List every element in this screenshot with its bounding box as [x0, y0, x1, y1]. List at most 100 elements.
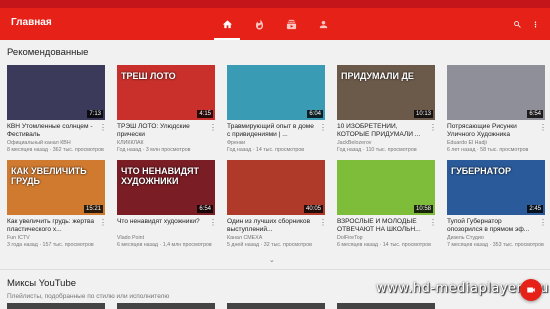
video-title[interactable]: Потрясающие Рисунки Уличного Художника [447, 123, 535, 139]
video-card[interactable]: 6:54 Потрясающие Рисунки Уличного Художн… [447, 65, 547, 155]
more-vert-icon[interactable]: ⋮ [539, 218, 547, 228]
video-meta: Год назад · 110 тыс. просмотров [337, 147, 417, 153]
video-meta: 7 месяцев назад · 353 тыс. просмотров [447, 242, 544, 248]
video-title[interactable]: Травмирующий опыт в доме с привидениями … [227, 123, 315, 139]
video-card[interactable]: 6:04 Травмирующий опыт в доме с привиден… [227, 65, 327, 155]
fire-icon [255, 18, 263, 30]
video-camera-icon [527, 287, 535, 293]
video-thumbnail[interactable]: ЧТО НЕНАВИДЯТ ХУДОЖНИКИ 6:54 [117, 160, 215, 215]
account-icon [319, 20, 327, 28]
channel-name: Канал СМЕХА [227, 235, 263, 241]
video-meta: 6 месяцев назад · 14 тыс. просмотров [337, 242, 431, 248]
channel-name: Официальный канал КВН [7, 140, 71, 146]
video-card[interactable]: ТРЕШ ЛОТО 4:15 ТРЭШ ЛОТО: Улюдские приче… [117, 65, 217, 155]
video-title[interactable]: Как увеличить грудь: жертва пластическог… [7, 218, 95, 234]
channel-name: Fun ICTV [7, 235, 30, 241]
video-thumbnail[interactable]: ГУБЕРНАТОР 2:45 [447, 160, 545, 215]
video-card[interactable]: 40:05 Один из лучших сборников выступлен… [227, 160, 327, 250]
app-bar: Главная [0, 8, 550, 40]
upload-fab[interactable] [520, 279, 542, 301]
video-card[interactable]: ГУБЕРНАТОР 2:45 Тупой Губернатор опозори… [447, 160, 547, 250]
thumbnail-overlay-text: ГУБЕРНАТОР [451, 166, 512, 176]
video-meta: 6 месяцев назад · 1,4 млн просмотров [117, 242, 212, 248]
mix-thumbnail[interactable] [7, 303, 105, 309]
expand-chevron-icon[interactable]: ⌄ [269, 256, 275, 264]
video-thumbnail[interactable]: 6:04 [227, 65, 325, 120]
tab-account[interactable] [307, 8, 339, 40]
more-vert-icon[interactable]: ⋮ [319, 123, 327, 133]
channel-name: JackBelozerov [337, 140, 372, 146]
video-thumbnail[interactable]: КАК УВЕЛИЧИТЬ ГРУДЬ 15:21 [7, 160, 105, 215]
section-subtitle-mixes: Плейлисты, подобранные по стилю или испо… [7, 293, 170, 300]
search-button[interactable] [510, 17, 524, 31]
video-card[interactable]: ЧТО НЕНАВИДЯТ ХУДОЖНИКИ 6:54 Что ненавид… [117, 160, 217, 250]
video-thumbnail[interactable]: ПРИДУМАЛИ ДЕ 10:13 [337, 65, 435, 120]
video-card[interactable]: 10:58 ВЗРОСЛЫЕ И МОЛОДЫЕ ОТВЕЧАЮТ НА ШКО… [337, 160, 437, 250]
more-vert-icon[interactable]: ⋮ [99, 123, 107, 133]
mix-thumbnail[interactable] [337, 303, 435, 309]
video-title[interactable]: 10 ИЗОБРЕТЕНИЙ, КОТОРЫЕ ПРИДУМАЛИ ... [337, 123, 425, 139]
video-thumbnail[interactable]: ТРЕШ ЛОТО 4:15 [117, 65, 215, 120]
video-thumbnail[interactable]: 40:05 [227, 160, 325, 215]
duration-badge: 2:45 [527, 205, 543, 213]
video-meta: Год назад · 14 тыс. просмотров [227, 147, 305, 153]
video-meta: 3 года назад · 157 тыс. просмотров [7, 242, 94, 248]
thumbnail-overlay-text: КАК УВЕЛИЧИТЬ ГРУДЬ [11, 166, 87, 186]
duration-badge: 6:04 [307, 110, 323, 118]
more-vert-icon[interactable]: ⋮ [319, 218, 327, 228]
tab-trending[interactable] [243, 8, 275, 40]
tab-subscriptions[interactable] [275, 8, 307, 40]
mix-thumbnail[interactable] [117, 303, 215, 309]
more-vert-icon[interactable]: ⋮ [99, 218, 107, 228]
more-vert-icon[interactable]: ⋮ [209, 218, 217, 228]
video-title[interactable]: Что ненавидят художники? [117, 218, 205, 234]
video-card[interactable]: КАК УВЕЛИЧИТЬ ГРУДЬ 15:21 Как увеличить … [7, 160, 107, 250]
video-card[interactable]: 7:13 КВН Утомленные солнцем - Фестиваль … [7, 65, 107, 155]
section-title-recommended: Рекомендованные [7, 47, 89, 58]
video-meta: 5 дней назад · 32 тыс. просмотров [227, 242, 312, 248]
video-title[interactable]: Один из лучших сборников выступлений... [227, 218, 315, 234]
more-vert-icon [534, 21, 536, 27]
subscriptions-icon [286, 19, 296, 29]
thumbnail-overlay-text: ПРИДУМАЛИ ДЕ [341, 71, 414, 81]
duration-badge: 40:05 [303, 205, 323, 213]
video-title[interactable]: КВН Утомленные солнцем - Фестиваль [7, 123, 95, 139]
video-meta: 8 месяцев назад · 362 тыс. просмотров [7, 147, 104, 153]
video-title[interactable]: ВЗРОСЛЫЕ И МОЛОДЫЕ ОТВЕЧАЮТ НА ШКОЛЬН... [337, 218, 425, 234]
search-icon [513, 20, 521, 28]
video-card[interactable]: ПРИДУМАЛИ ДЕ 10:13 10 ИЗОБРЕТЕНИЙ, КОТОР… [337, 65, 437, 155]
section-title-mixes: Миксы YouTube [7, 278, 77, 289]
channel-name: DolFireTop [337, 235, 363, 241]
status-bar [0, 0, 550, 8]
video-meta: 6 лет назад · 58 тыс. просмотров [447, 147, 529, 153]
duration-badge: 7:13 [87, 110, 103, 118]
page-title: Главная [11, 17, 52, 28]
video-title[interactable]: Тупой Губернатор опозорился в прямом эф.… [447, 218, 535, 234]
duration-badge: 6:54 [527, 110, 543, 118]
video-meta: Год назад · 3 млн просмотров [117, 147, 191, 153]
duration-badge: 15:21 [83, 205, 103, 213]
channel-name: Френки [227, 140, 246, 146]
mix-thumbnail[interactable] [227, 303, 325, 309]
video-thumbnail[interactable]: 6:54 [447, 65, 545, 120]
home-icon [222, 19, 232, 28]
section-divider [0, 269, 550, 270]
more-vert-icon[interactable]: ⋮ [539, 123, 547, 133]
duration-badge: 10:58 [413, 205, 433, 213]
more-vert-icon[interactable]: ⋮ [429, 123, 437, 133]
more-options-button[interactable] [528, 17, 542, 31]
thumbnail-overlay-text: ЧТО НЕНАВИДЯТ ХУДОЖНИКИ [121, 166, 199, 186]
video-title[interactable]: ТРЭШ ЛОТО: Улюдские прически [117, 123, 205, 139]
more-vert-icon[interactable]: ⋮ [429, 218, 437, 228]
video-thumbnail[interactable]: 10:58 [337, 160, 435, 215]
channel-name: Vlado Point [117, 235, 145, 241]
channel-name: Дизель Студио [447, 235, 484, 241]
channel-name: КЛИККЛАК [117, 140, 144, 146]
duration-badge: 4:15 [197, 110, 213, 118]
tab-home[interactable] [211, 8, 243, 40]
duration-badge: 10:13 [413, 110, 433, 118]
more-vert-icon[interactable]: ⋮ [209, 123, 217, 133]
video-thumbnail[interactable]: 7:13 [7, 65, 105, 120]
channel-name: Eduardo El Hadji [447, 140, 487, 146]
duration-badge: 6:54 [197, 205, 213, 213]
